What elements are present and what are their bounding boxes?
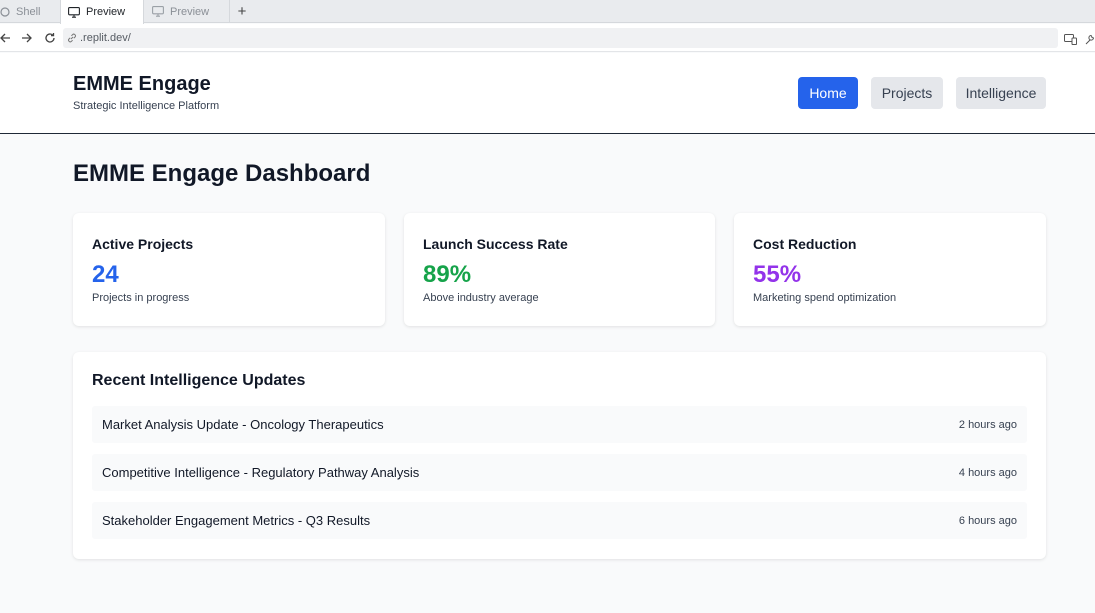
stat-card-launch-success-rate: Launch Success Rate 89% Above industry a… bbox=[404, 213, 715, 326]
stat-value: 24 bbox=[92, 261, 119, 288]
url-input[interactable]: .replit.dev/ bbox=[63, 28, 1058, 48]
update-timestamp: 6 hours ago bbox=[958, 514, 1017, 527]
nav-home-button[interactable]: Home bbox=[798, 77, 858, 109]
shell-icon bbox=[0, 6, 10, 17]
recent-updates-card: Recent Intelligence Updates Market Analy… bbox=[73, 352, 1046, 559]
tab-preview-active[interactable]: Preview bbox=[60, 0, 144, 24]
wrench-icon[interactable] bbox=[1085, 32, 1095, 50]
monitor-icon bbox=[68, 6, 80, 18]
browser-tab-bar: Shell Preview Preview + bbox=[0, 0, 1095, 24]
stat-value: 55% bbox=[753, 261, 802, 288]
stat-card-active-projects: Active Projects 24 Projects in progress bbox=[73, 213, 385, 326]
tab-label: Shell bbox=[16, 5, 41, 18]
app-header: EMME Engage Strategic Intelligence Platf… bbox=[0, 53, 1095, 134]
stat-description: Marketing spend optimization bbox=[753, 292, 897, 304]
brand-title: EMME Engage bbox=[73, 73, 211, 95]
url-text: .replit.dev/ bbox=[80, 32, 131, 44]
update-timestamp: 4 hours ago bbox=[958, 466, 1017, 479]
stat-card-cost-reduction: Cost Reduction 55% Marketing spend optim… bbox=[734, 213, 1046, 326]
update-text: Stakeholder Engagement Metrics - Q3 Resu… bbox=[102, 513, 371, 528]
reload-icon[interactable] bbox=[43, 31, 57, 45]
devices-icon[interactable] bbox=[1064, 32, 1077, 50]
update-list-item[interactable]: Stakeholder Engagement Metrics - Q3 Resu… bbox=[92, 502, 1027, 539]
stat-value: 89% bbox=[423, 261, 472, 288]
tab-label: Preview bbox=[86, 6, 126, 18]
tab-label: Preview bbox=[170, 5, 210, 18]
tab-shell[interactable]: Shell bbox=[0, 0, 58, 23]
new-tab-button[interactable]: + bbox=[232, 0, 252, 23]
update-text: Market Analysis Update - Oncology Therap… bbox=[102, 417, 384, 432]
back-icon[interactable] bbox=[0, 31, 12, 45]
tab-preview[interactable]: Preview bbox=[146, 0, 230, 23]
updates-title: Recent Intelligence Updates bbox=[92, 372, 306, 389]
stat-description: Above industry average bbox=[423, 292, 539, 304]
nav-intelligence-button[interactable]: Intelligence bbox=[956, 77, 1046, 109]
brand-subtitle: Strategic Intelligence Platform bbox=[73, 100, 220, 112]
stat-label: Launch Success Rate bbox=[423, 236, 568, 252]
update-list-item[interactable]: Market Analysis Update - Oncology Therap… bbox=[92, 406, 1027, 443]
link-icon bbox=[68, 33, 76, 43]
stat-description: Projects in progress bbox=[92, 292, 190, 304]
update-list-item[interactable]: Competitive Intelligence - Regulatory Pa… bbox=[92, 454, 1027, 491]
page-title: EMME Engage Dashboard bbox=[73, 160, 371, 187]
stat-label: Cost Reduction bbox=[753, 236, 857, 252]
stat-label: Active Projects bbox=[92, 236, 194, 252]
update-text: Competitive Intelligence - Regulatory Pa… bbox=[102, 465, 420, 480]
forward-icon[interactable] bbox=[20, 31, 34, 45]
monitor-icon bbox=[152, 6, 164, 17]
nav-projects-button[interactable]: Projects bbox=[871, 77, 943, 109]
update-timestamp: 2 hours ago bbox=[958, 418, 1017, 431]
browser-address-bar: .replit.dev/ bbox=[0, 24, 1095, 52]
